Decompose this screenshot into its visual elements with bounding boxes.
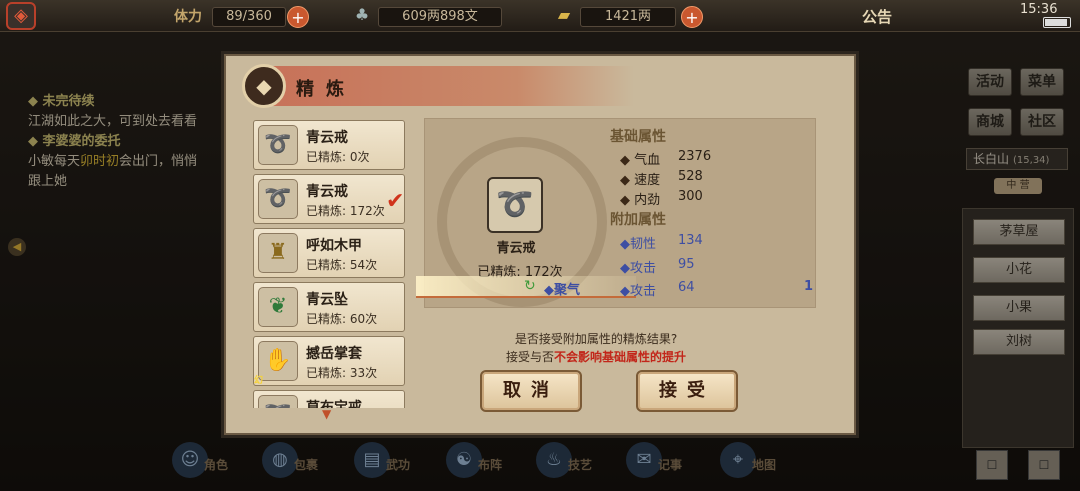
- extra-attr-row: ◆攻击 64: [620, 280, 695, 299]
- add-gold-button[interactable]: +: [681, 6, 703, 28]
- list-item-selected[interactable]: ➰ 青云戒 已精炼: 172次 ✔: [253, 174, 405, 224]
- ring-icon: ➰: [258, 125, 298, 165]
- glove-icon: ✋: [258, 341, 298, 381]
- scroll-down-arrow-icon[interactable]: ▼: [322, 407, 331, 421]
- gold-value: 1421两: [580, 7, 676, 27]
- selected-item-name: 青云戒: [496, 241, 536, 256]
- ring-icon: ➰: [487, 177, 543, 233]
- extra-attr-row: ◆攻击 95: [620, 257, 695, 276]
- list-item[interactable]: ♜ 呼如木甲 已精炼: 54次: [253, 228, 405, 278]
- clock: 15:36: [1020, 2, 1058, 17]
- gold-ingot-icon: ▰: [557, 5, 571, 24]
- refine-dialog: ◆ 精炼 ➰ 青云戒 已精炼: 0次 ➰ 青云戒 已精炼: 172次 ✔ ♜ 呼…: [224, 54, 856, 435]
- refine-emblem-icon: ◆: [242, 64, 286, 108]
- phantom-tag: 幻: [254, 376, 264, 386]
- coin-pouch-icon: ♣: [354, 5, 370, 24]
- base-attr-row: ◆ 内劲 300: [620, 189, 703, 208]
- base-attr-row: ◆ 速度 528: [620, 169, 703, 188]
- dialog-title: 精炼: [296, 79, 356, 100]
- list-item[interactable]: ➰ 草布宝戒: [253, 390, 405, 408]
- cancel-button[interactable]: 取消: [480, 370, 582, 412]
- confirm-question: 是否接受附加属性的精炼结果? 接受与否不会影响基础属性的提升: [505, 332, 687, 364]
- notice-button[interactable]: 公告: [862, 6, 892, 27]
- equipment-list[interactable]: ➰ 青云戒 已精炼: 0次 ➰ 青云戒 已精炼: 172次 ✔ ♜ 呼如木甲 已…: [251, 118, 409, 408]
- refresh-icon: ↻: [524, 278, 536, 294]
- add-stamina-button[interactable]: +: [287, 6, 309, 28]
- armor-icon: ♜: [258, 233, 298, 273]
- list-item[interactable]: ➰ 青云戒 已精炼: 0次: [253, 120, 405, 170]
- ring-icon: ➰: [258, 395, 298, 408]
- stamina-value: 89/360: [212, 7, 286, 27]
- stamina-label: 体力: [174, 9, 202, 25]
- accept-button[interactable]: 接受: [636, 370, 738, 412]
- list-item[interactable]: ✋ 幻 撼岳掌套 已精炼: 33次: [253, 336, 405, 386]
- game-screen: ◈ 体力 89/360 + ♣ 609两898文 ▰ 1421两 + 公告 15…: [0, 0, 1080, 491]
- dialog-header: ◆ 精炼: [242, 64, 634, 108]
- new-attr-name: ◆聚气: [544, 283, 581, 298]
- game-logo-icon[interactable]: ◈: [6, 2, 36, 30]
- base-attr-row: ◆ 气血 2376: [620, 149, 712, 168]
- battery-icon: [1043, 17, 1071, 28]
- extra-attr-row: ◆韧性 134: [620, 233, 703, 252]
- new-attr-value: 1: [804, 279, 814, 294]
- extra-attr-title: 附加属性: [610, 212, 666, 228]
- money-value: 609两898文: [378, 7, 502, 27]
- checkmark-icon: ✔: [386, 189, 405, 214]
- ring-icon: ➰: [258, 179, 298, 219]
- base-attr-title: 基础属性: [610, 129, 666, 145]
- top-bar: ◈ 体力 89/360 + ♣ 609两898文 ▰ 1421两 + 公告 15…: [0, 0, 1080, 32]
- list-item[interactable]: ❦ 青云坠 已精炼: 60次: [253, 282, 405, 332]
- pendant-icon: ❦: [258, 287, 298, 327]
